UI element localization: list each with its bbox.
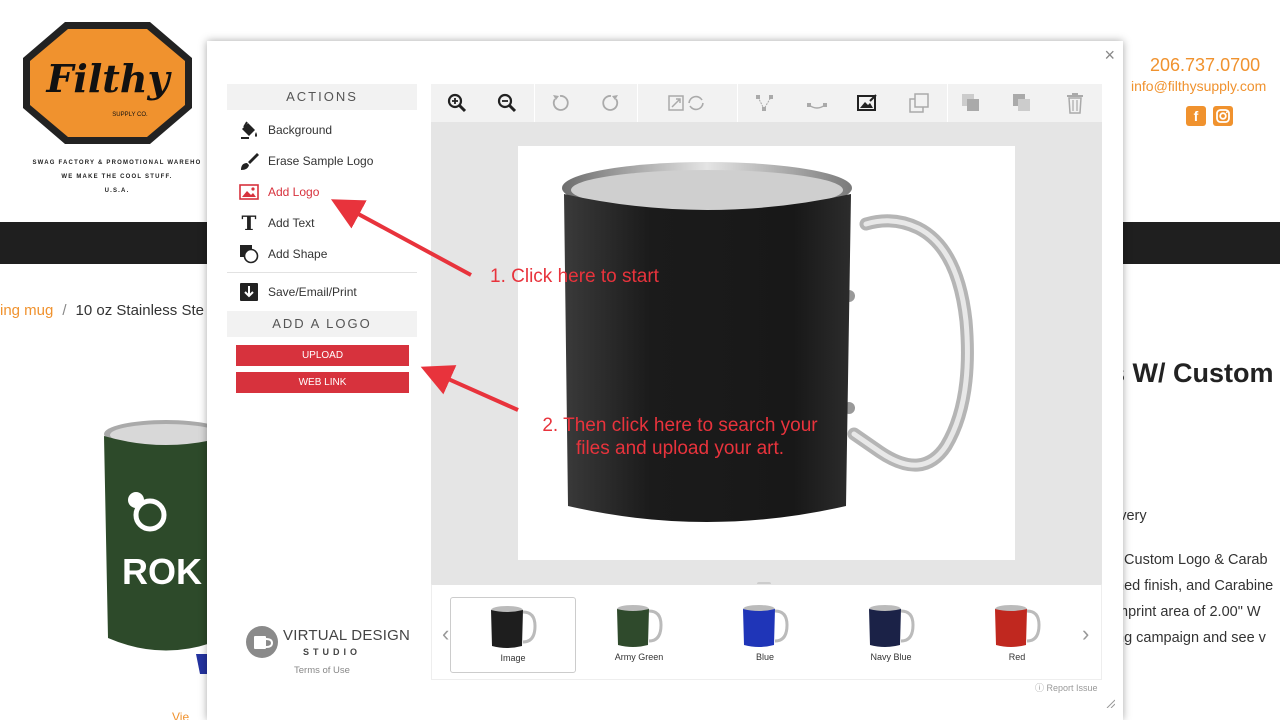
color-thumbnails: ‹ Image Army Green Blue Navy Blue Red ›	[431, 584, 1102, 680]
brand-sub: STUDIO	[303, 647, 362, 657]
chevron-right-icon[interactable]: ›	[1082, 621, 1089, 647]
report-issue-link[interactable]: ⓘ Report Issue	[1035, 681, 1098, 694]
resize-rotate-icon[interactable]	[665, 90, 709, 116]
thumbnail-image[interactable]: Image	[450, 597, 576, 673]
close-icon[interactable]: ×	[1104, 45, 1115, 66]
thumbnail-label: Image	[500, 653, 526, 663]
action-erase-sample-logo[interactable]: Erase Sample Logo	[227, 145, 417, 176]
site-phone[interactable]: 206.737.0700	[1150, 55, 1260, 76]
action-save-email-print[interactable]: Save/Email/Print	[227, 276, 417, 307]
action-background[interactable]: Background	[227, 114, 417, 145]
annotation-step1: 1. Click here to start	[490, 266, 659, 287]
thumbnail-label: Navy Blue	[870, 652, 912, 662]
design-studio-modal: × ACTIONS Background Erase Sample Logo A…	[207, 41, 1123, 720]
upload-button[interactable]: UPLOAD	[236, 345, 409, 366]
action-label: Add Shape	[268, 246, 328, 261]
shape-icon	[239, 244, 259, 264]
thumbnail-navy-blue[interactable]: Navy Blue	[828, 597, 954, 673]
resize-grip-icon[interactable]	[1105, 698, 1115, 708]
canvas-area	[431, 122, 1102, 584]
thumb-mug-fill	[995, 609, 1027, 647]
product-line: / Custom Logo & Carab	[1116, 552, 1268, 568]
view-link[interactable]: Vie	[172, 710, 189, 720]
edit-image-icon[interactable]	[854, 90, 880, 116]
site-tagline: SWAG FACTORY & PROMOTIONAL WAREHO WE MAK…	[32, 160, 202, 194]
terms-link[interactable]: Terms of Use	[294, 665, 350, 676]
send-backward-icon[interactable]	[1009, 90, 1035, 116]
bring-forward-icon[interactable]	[958, 90, 984, 116]
actions-sidebar: ACTIONS Background Erase Sample Logo Add…	[227, 84, 417, 393]
action-add-logo[interactable]: Add Logo	[227, 176, 417, 207]
thumbnail-army-green[interactable]: Army Green	[576, 597, 702, 673]
thumb-mug-fill	[743, 609, 775, 647]
thumbnail-label: Blue	[755, 652, 774, 662]
zoom-in-icon[interactable]	[444, 90, 470, 116]
paint-bucket-icon	[239, 120, 259, 140]
download-icon	[239, 282, 259, 302]
action-label: Save/Email/Print	[268, 284, 357, 299]
design-canvas[interactable]	[518, 146, 1015, 560]
action-add-text[interactable]: T Add Text	[227, 207, 417, 238]
nodes-icon[interactable]	[752, 90, 778, 116]
mug-product-image	[562, 162, 974, 522]
rotate-left-icon[interactable]	[547, 90, 573, 116]
text-icon: T	[241, 210, 257, 235]
site-email[interactable]: info@filthysupply.com	[1131, 78, 1266, 94]
logo-sub: SUPPLY CO.	[112, 112, 148, 118]
action-label: Background	[268, 122, 333, 137]
facebook-icon[interactable]: f	[1186, 106, 1206, 126]
site-logo[interactable]: Filthy SUPPLY CO.	[20, 18, 195, 148]
thumbnail-blue[interactable]: Blue	[702, 597, 828, 673]
action-label: Erase Sample Logo	[268, 153, 374, 168]
sidebar-divider	[227, 272, 417, 273]
add-logo-header: ADD A LOGO	[227, 311, 417, 337]
thumbnail-red[interactable]: Red	[954, 597, 1080, 673]
thumbnail-label: Red	[1008, 652, 1026, 662]
duplicate-icon[interactable]	[906, 90, 932, 116]
social-links: f	[1186, 106, 1233, 126]
rotate-right-icon[interactable]	[598, 90, 624, 116]
image-icon	[239, 182, 259, 202]
action-add-shape[interactable]: Add Shape	[227, 238, 417, 269]
product-line: ng campaign and see v	[1116, 630, 1266, 646]
mug-brand-text: ROK	[122, 551, 202, 592]
brand-name: VIRTUAL DESIGN	[283, 627, 410, 644]
actions-header: ACTIONS	[227, 84, 417, 110]
action-label: Add Logo	[268, 184, 320, 199]
product-image: ROK	[96, 418, 228, 678]
product-line: mprint area of 2.00" W	[1116, 604, 1261, 620]
canvas-toolbar	[431, 84, 1102, 122]
breadcrumb-current: 10 oz Stainless Ste	[75, 302, 204, 319]
thumbnail-label: Army Green	[614, 652, 664, 662]
logo-text: Filthy	[45, 56, 172, 101]
product-line: hed finish, and Carabine	[1116, 578, 1274, 594]
thumb-mug-fill	[491, 610, 523, 648]
instagram-icon[interactable]	[1213, 106, 1233, 126]
curve-icon[interactable]	[804, 90, 830, 116]
zoom-out-icon[interactable]	[494, 90, 520, 116]
product-title: s W/ Custom	[1110, 358, 1274, 388]
annotation-step2: 2. Then click here to search your files …	[542, 415, 818, 459]
brush-icon	[239, 151, 259, 171]
breadcrumb: ing mug/10 oz Stainless Ste	[0, 302, 204, 319]
mug-logo-icon	[246, 626, 278, 658]
web-link-button[interactable]: WEB LINK	[236, 372, 409, 393]
action-label: Add Text	[268, 215, 315, 230]
info-icon: ⓘ	[1035, 683, 1047, 693]
chevron-left-icon[interactable]: ‹	[442, 621, 449, 647]
breadcrumb-link[interactable]: ing mug	[0, 302, 53, 319]
thumb-mug-fill	[869, 609, 901, 647]
thumb-mug-fill	[617, 609, 649, 647]
trash-icon[interactable]	[1062, 90, 1088, 116]
virtual-design-studio-logo: VIRTUAL DESIGN STUDIO	[245, 625, 410, 665]
